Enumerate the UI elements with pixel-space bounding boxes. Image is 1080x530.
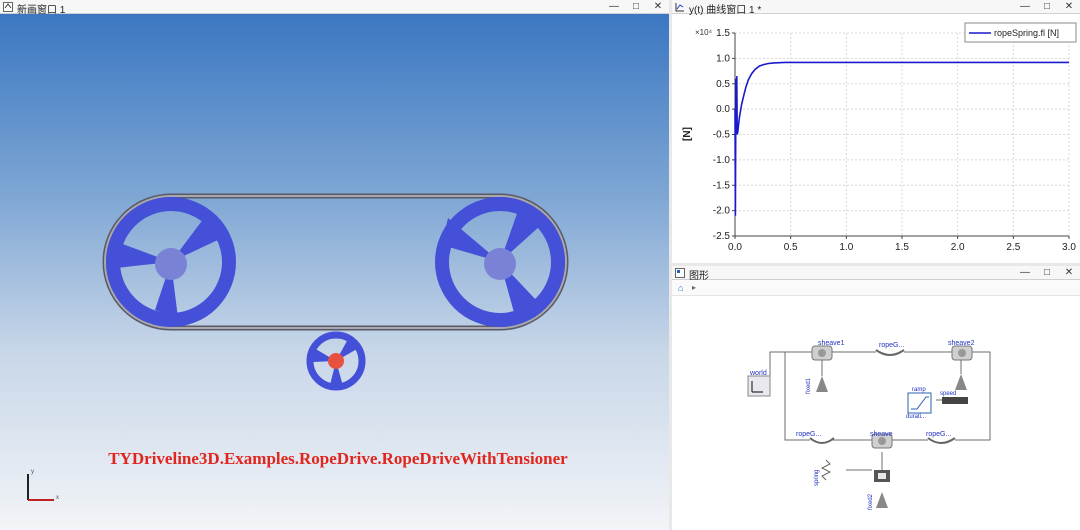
rope-segment-2-label: ropeG...	[796, 431, 821, 438]
x-tick-label: 2.0	[951, 242, 965, 253]
ramp-duration-label: durati...	[906, 414, 926, 420]
fixed1-label: fixed1	[806, 377, 812, 394]
view3d-titlebar: 新画窗口 1 — □ ✕	[0, 0, 669, 16]
minimize-button[interactable]: —	[1014, 266, 1036, 280]
y-tick-label: -2.0	[713, 206, 731, 217]
sheave1-component[interactable]: sheave1	[811, 340, 845, 361]
spring-label: spring	[814, 470, 820, 486]
y-tick-label: -0.5	[713, 130, 731, 141]
axis-x-label: x	[56, 495, 59, 501]
axis-triad: y x	[27, 469, 59, 501]
sheave2-label: sheave2	[948, 340, 975, 347]
ramp-component[interactable]: ramp durati...	[906, 387, 932, 420]
ramp-label: ramp	[912, 387, 926, 393]
home-icon[interactable]: ⌂	[678, 283, 683, 293]
connections	[769, 351, 991, 471]
y-tick-label: -2.5	[713, 231, 731, 242]
world-component[interactable]: world	[747, 370, 771, 397]
y-tick-labels: 1.5 1.0 0.5 0.0 -0.5 -1.0 -1.5 -2.0 -2.5	[713, 28, 731, 242]
sheave-component[interactable]: sheave	[870, 431, 893, 449]
tensioner-pulley	[306, 331, 366, 391]
prismatic-joint[interactable]	[874, 470, 890, 482]
y-tick-label: 1.0	[716, 53, 730, 64]
x-tick-label: 0.0	[728, 242, 742, 253]
minimize-button[interactable]: —	[603, 0, 625, 14]
close-button[interactable]: ✕	[1058, 0, 1080, 14]
rope-segment-1[interactable]: ropeG...	[875, 342, 905, 356]
minimize-button[interactable]: —	[1014, 0, 1036, 14]
world-label: world	[749, 370, 767, 377]
diagram-titlebar: 图形 — □ ✕	[672, 266, 1080, 282]
speed-label: speed	[940, 391, 956, 397]
x-tick-labels: 0.0 0.5 1.0 1.5 2.0 2.5 3.0	[728, 242, 1076, 253]
sheave-left	[106, 197, 236, 327]
scale-label: ×10⁴	[695, 28, 713, 37]
fixed1-component[interactable]: fixed1	[806, 376, 828, 394]
line-chart[interactable]: 1.51.00.50.0-0.5-1.0-1.5-2.0-2.5 0.0 0.5 1…	[672, 14, 1080, 263]
y-axis-label: [N]	[682, 127, 693, 141]
close-button[interactable]: ✕	[1058, 266, 1080, 280]
fixed2-component[interactable]: fixed2	[868, 492, 888, 510]
fixed2-label: fixed2	[868, 493, 874, 510]
y-tick-label: 1.5	[716, 28, 730, 39]
rope-segment-1-label: ropeG...	[879, 342, 904, 349]
plot-window: y(t) 曲线窗口 1 * — □ ✕ 1.5 1.0 0.5 0.0 -0.5 -1.0…	[672, 0, 1080, 263]
x-tick-label: 1.5	[895, 242, 909, 253]
y-tick-label: -1.0	[713, 155, 731, 166]
axis-y-label: y	[31, 469, 34, 475]
rope-segment-2[interactable]: ropeG...	[796, 431, 835, 444]
speed-component[interactable]: speed	[940, 391, 968, 404]
model-diagram[interactable]: world sheave1 fixed1 ropeG... sheave2 ra…	[672, 296, 1080, 530]
x-tick-label: 2.5	[1006, 242, 1020, 253]
window-icon	[3, 2, 13, 12]
legend-series-label: ropeSpring.fl [N]	[994, 28, 1059, 38]
view3d-window: 新画窗口 1 — □ ✕ y x TYDriveline3D.Examples.…	[0, 0, 669, 530]
maximize-button[interactable]: □	[1036, 266, 1058, 280]
x-tick-label: 1.0	[839, 242, 853, 253]
diagram-breadcrumb: ⌂ ▸	[672, 280, 1080, 296]
y-tick-label: 0.5	[716, 79, 730, 90]
breadcrumb-chevron-icon[interactable]: ▸	[692, 283, 696, 292]
hub-right	[484, 248, 516, 280]
plot-window-icon	[675, 3, 684, 12]
model-name-label: TYDriveline3D.Examples.RopeDrive.RopeDri…	[108, 449, 568, 468]
y-tick-label: 0.0	[716, 104, 730, 115]
legend[interactable]: ropeSpring.fl [N]	[964, 22, 1077, 43]
tensioner-hub	[328, 353, 344, 369]
hub-left	[155, 248, 187, 280]
y-tick-label: -1.5	[713, 180, 731, 191]
maximize-button[interactable]: □	[625, 0, 647, 14]
x-tick-label: 3.0	[1062, 242, 1076, 253]
sheave-label: sheave	[870, 431, 893, 438]
maximize-button[interactable]: □	[1036, 0, 1058, 14]
chart-grid	[732, 32, 1070, 239]
plot-titlebar: y(t) 曲线窗口 1 * — □ ✕	[672, 0, 1080, 16]
spring-component[interactable]: spring	[814, 459, 832, 486]
diagram-window-icon	[675, 268, 685, 278]
x-tick-label: 0.5	[784, 242, 798, 253]
sheave1-label: sheave1	[818, 340, 845, 347]
rope-segment-3[interactable]: ropeG...	[926, 431, 956, 444]
sheave-right	[435, 197, 565, 327]
rope-segment-3-label: ropeG...	[926, 431, 951, 438]
close-button[interactable]: ✕	[647, 0, 669, 14]
diagram-window: 图形 — □ ✕ ⌂ ▸ world sheave1 fixed1 ropeG.…	[672, 266, 1080, 530]
